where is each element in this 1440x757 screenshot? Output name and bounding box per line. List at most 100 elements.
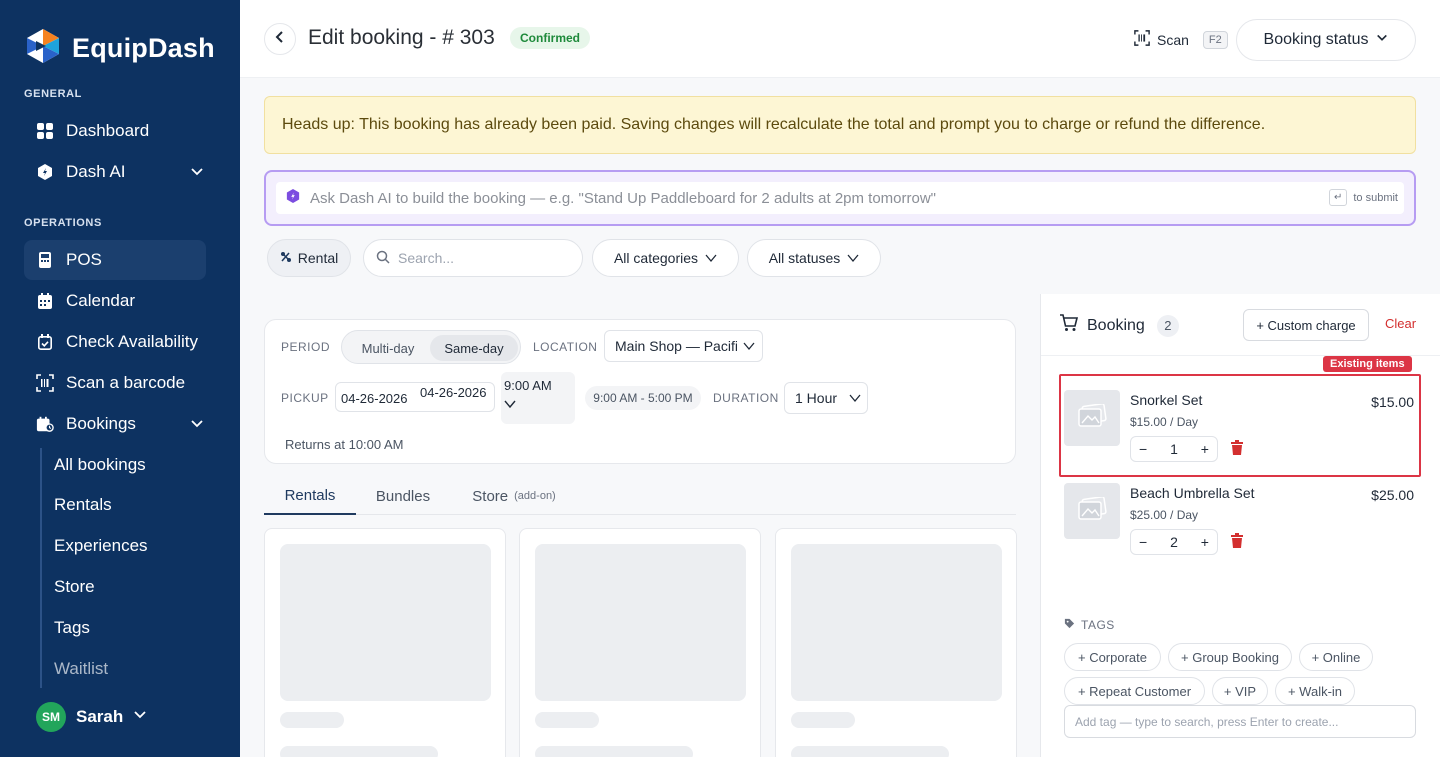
skeleton-image [280, 544, 491, 701]
categories-dropdown[interactable]: All categories [592, 239, 739, 277]
chevron-down-icon [504, 397, 575, 412]
sidebar-item-dashboard[interactable]: Dashboard [24, 111, 206, 151]
clear-button[interactable]: Clear [1385, 316, 1416, 331]
barcode-scan-icon [1134, 30, 1150, 49]
back-button[interactable] [264, 23, 296, 55]
sidebar-item-label: Calendar [66, 291, 135, 310]
duration-value: 1 Hour [795, 390, 838, 406]
skeleton-image [791, 544, 1002, 701]
sidebar-item-check-availability[interactable]: Check Availability [24, 322, 206, 362]
duration-label: DURATION [713, 391, 779, 405]
tab-label: Bundles [375, 487, 431, 505]
cart-item: Snorkel Set $15.00 / Day $15.00 − 1 + [1064, 390, 1414, 480]
same-day-option[interactable]: Same-day [430, 335, 518, 361]
sidebar-item-bookings[interactable]: Bookings [24, 404, 206, 444]
sidebar-item-label: POS [66, 250, 102, 269]
item-rate: $15.00 / Day [1130, 415, 1199, 429]
sidebar-item-calendar[interactable]: Calendar [24, 281, 206, 321]
chevron-left-icon [273, 30, 287, 49]
search-input[interactable]: Search... [363, 239, 583, 277]
pickup-time-select[interactable]: 9:00 AM [501, 372, 575, 424]
tab-bundles[interactable]: Bundles [356, 477, 450, 515]
booking-title-text: Booking [1087, 316, 1145, 334]
tag-chip-online[interactable]: + Online [1299, 643, 1373, 671]
tags-section-label: TAGS [1064, 618, 1115, 632]
tab-store[interactable]: Store (add-on) [454, 477, 574, 515]
sidebar-item-pos[interactable]: POS [24, 240, 206, 280]
sidebar-subitem-all-bookings[interactable]: All bookings [54, 450, 146, 480]
brand-name: EquipDash [72, 33, 215, 63]
trash-icon[interactable] [1230, 533, 1244, 554]
cart-icon [1059, 314, 1079, 337]
bookings-calendar-icon [36, 415, 54, 433]
user-menu[interactable]: SM Sarah [36, 702, 147, 732]
quantity-stepper: − 1 + [1130, 436, 1218, 462]
section-label-operations: OPERATIONS [24, 217, 102, 229]
decrement-button[interactable]: − [1139, 441, 1147, 457]
page-title: Edit booking - # 303 [308, 26, 495, 49]
tab-note: (add-on) [514, 490, 556, 502]
custom-charge-button[interactable]: + Custom charge [1243, 309, 1369, 341]
tag-chip-walk-in[interactable]: + Walk-in [1275, 677, 1355, 705]
hexagon-ai-icon [286, 188, 300, 209]
pickup-label: PICKUP [281, 391, 329, 405]
catalog-tabs: Rentals Bundles Store (add-on) [264, 477, 1016, 515]
item-rate: $25.00 / Day [1130, 508, 1199, 522]
chevron-down-icon [743, 338, 755, 354]
decrement-button[interactable]: − [1139, 534, 1147, 550]
multi-day-option[interactable]: Multi-day [346, 335, 430, 361]
skeleton-line [535, 746, 693, 757]
sidebar-subitem-tags[interactable]: Tags [54, 613, 90, 643]
sidebar-item-dash-ai[interactable]: Dash AI [24, 152, 206, 192]
sidebar-subitem-waitlist[interactable]: Waitlist [54, 654, 108, 684]
tag-chip-vip[interactable]: + VIP [1212, 677, 1268, 705]
add-tag-input[interactable]: Add tag — type to search, press Enter to… [1064, 705, 1416, 738]
period-card: PERIOD Multi-day Same-day LOCATION Main … [264, 319, 1016, 464]
skeleton-line [280, 746, 438, 757]
booking-status-label: Booking status [1263, 31, 1369, 48]
sidebar: EquipDash GENERAL Dashboard Dash AI OPER… [0, 0, 240, 757]
trash-icon[interactable] [1230, 440, 1244, 461]
alert-text: Heads up: This booking has already been … [282, 116, 1266, 133]
user-name: Sarah [76, 707, 124, 726]
ai-input-placeholder: Ask Dash AI to build the booking — e.g. … [310, 189, 937, 207]
increment-button[interactable]: + [1201, 534, 1209, 550]
booking-panel-title: Booking 2 [1059, 314, 1179, 337]
tab-rentals[interactable]: Rentals [264, 477, 356, 515]
sidebar-item-label: Dash AI [66, 162, 126, 181]
shortcut-badge: F2 [1202, 30, 1228, 49]
sidebar-item-label: Scan a barcode [66, 373, 186, 392]
tag-chip-repeat-customer[interactable]: + Repeat Customer [1064, 677, 1205, 705]
sidebar-subitem-rentals[interactable]: Rentals [54, 490, 112, 520]
duration-select[interactable]: 1 Hour [784, 382, 868, 414]
add-tag-placeholder: Add tag — type to search, press Enter to… [1075, 714, 1339, 729]
item-name: Beach Umbrella Set [1130, 485, 1255, 501]
rental-pill-label: Rental [297, 250, 339, 266]
increment-button[interactable]: + [1201, 441, 1209, 457]
brand[interactable]: EquipDash [24, 27, 215, 70]
statuses-dropdown[interactable]: All statuses [747, 239, 881, 277]
rental-filter-pill[interactable]: Rental [267, 239, 351, 277]
tags-label-text: TAGS [1081, 618, 1115, 632]
avatar: SM [36, 702, 66, 732]
pickup-date-input[interactable]: 04-26-2026 04-26-2026 [335, 382, 495, 412]
sidebar-subitem-store[interactable]: Store [54, 572, 95, 602]
booking-status-dropdown[interactable]: Booking status [1236, 19, 1416, 61]
period-toggle: Multi-day Same-day [341, 330, 521, 364]
barcode-scan-icon [36, 374, 54, 392]
tag-chip-group-booking[interactable]: + Group Booking [1168, 643, 1292, 671]
chevron-down-icon [190, 164, 204, 184]
scan-label: Scan [1157, 31, 1189, 48]
scan-button[interactable]: Scan F2 [1134, 30, 1228, 49]
tag-chip-corporate[interactable]: + Corporate [1064, 643, 1161, 671]
product-card-skeleton [519, 528, 761, 757]
location-select[interactable]: Main Shop — Pacifi [604, 330, 763, 362]
location-value: Main Shop — Pacifi [615, 338, 737, 354]
sidebar-subitem-experiences[interactable]: Experiences [54, 531, 148, 561]
sidebar-item-scan-barcode[interactable]: Scan a barcode [24, 363, 206, 403]
item-thumbnail [1064, 390, 1120, 446]
chevron-down-icon [847, 250, 859, 266]
chevron-down-icon [849, 390, 861, 406]
ai-input[interactable]: Ask Dash AI to build the booking — e.g. … [276, 182, 1404, 214]
grid-icon [36, 122, 54, 140]
